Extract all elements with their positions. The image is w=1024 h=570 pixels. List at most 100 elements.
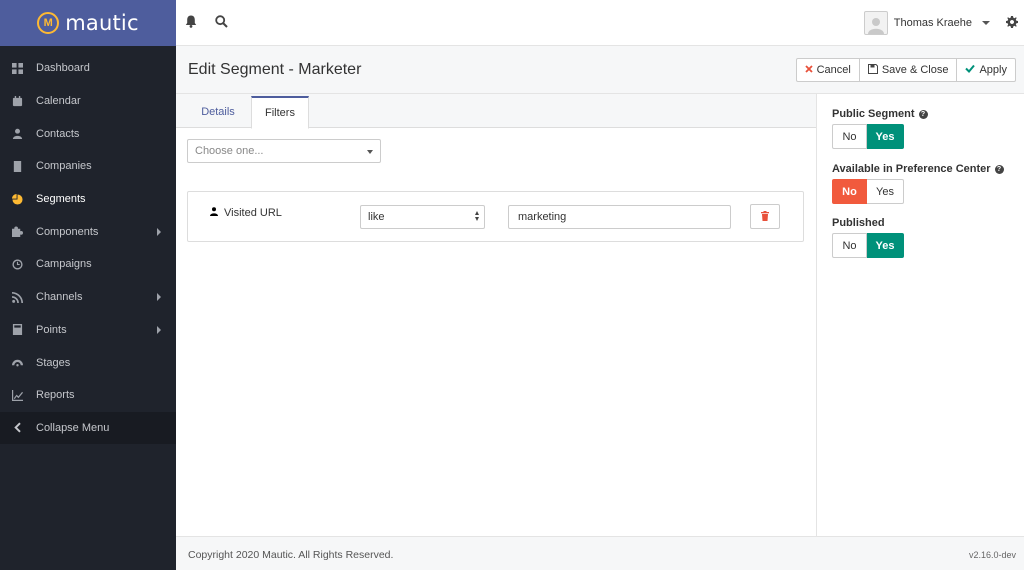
sidebar-item-reports[interactable]: Reports (0, 379, 176, 412)
trash-icon (761, 210, 769, 224)
filter-row: Visited URL like marketing (187, 191, 804, 242)
sidebar-item-label: Companies (36, 160, 92, 173)
sidebar-item-calendar[interactable]: Calendar (0, 85, 176, 118)
public-segment-yes-button[interactable]: Yes (867, 124, 904, 149)
save-close-label: Save & Close (881, 64, 949, 76)
published-label: Published (832, 217, 904, 229)
sidebar-item-contacts[interactable]: Contacts (0, 117, 176, 150)
top-bar: Thomas Kraehe (176, 0, 1024, 46)
clock-icon (11, 258, 23, 270)
sidebar-item-dashboard[interactable]: Dashboard (0, 52, 176, 85)
published-yes-button[interactable]: Yes (867, 233, 904, 258)
calendar-icon (11, 95, 23, 107)
option-label-text: Available in Preference Center (832, 163, 991, 175)
page-header: Edit Segment - Marketer Cancel Save & Cl… (176, 46, 1024, 94)
preference-center-label: Available in Preference Center ? (832, 163, 1004, 175)
sidebar-item-label: Points (36, 323, 67, 336)
help-icon[interactable]: ? (918, 109, 928, 119)
sidebar-item-points[interactable]: Points (0, 314, 176, 347)
sidebar-nav: Dashboard Calendar Contacts Companies Se… (0, 46, 176, 445)
delete-filter-button[interactable] (750, 204, 780, 229)
copyright-text: Copyright 2020 Mautic. All Rights Reserv… (188, 549, 394, 561)
published-option: Published No Yes (832, 217, 904, 258)
options-panel: Public Segment ? No Yes Available in Pre… (816, 94, 1024, 536)
chevron-down-icon (367, 150, 373, 154)
sidebar-item-label: Calendar (36, 95, 81, 108)
chevron-right-icon (157, 293, 161, 302)
bell-icon[interactable] (185, 15, 197, 31)
collapse-menu-label: Collapse Menu (36, 421, 110, 434)
select-arrows-icon (475, 211, 479, 221)
preference-center-toggle: No Yes (832, 179, 1004, 204)
sidebar-item-label: Contacts (36, 127, 80, 140)
preference-center-option: Available in Preference Center ? No Yes (832, 163, 1004, 204)
page-title: Edit Segment - Marketer (188, 61, 362, 78)
user-icon (11, 128, 23, 140)
avatar (863, 11, 888, 35)
mautic-logo-icon: M (37, 12, 60, 34)
brand-name: mautic (65, 11, 139, 35)
sidebar-item-label: Campaigns (36, 258, 92, 271)
filter-operator-select[interactable]: like (360, 205, 485, 229)
sidebar-item-label: Dashboard (36, 62, 90, 75)
save-icon (867, 63, 878, 77)
tab-bar: Details Filters (176, 94, 816, 129)
user-icon (210, 207, 218, 219)
tab-label: Details (201, 106, 235, 118)
sidebar-item-components[interactable]: Components (0, 215, 176, 248)
filter-value-text: marketing (518, 211, 567, 223)
search-icon[interactable] (215, 15, 228, 31)
cancel-label: Cancel (816, 64, 851, 76)
brand-header[interactable]: M mautic (0, 0, 176, 46)
public-segment-toggle: No Yes (832, 124, 928, 149)
published-no-button[interactable]: No (832, 233, 867, 258)
gear-icon[interactable] (1006, 16, 1018, 31)
published-toggle: No Yes (832, 233, 904, 258)
sidebar: M mautic Dashboard Calendar Contacts Com… (0, 0, 176, 570)
cancel-button[interactable]: Cancel (795, 58, 860, 82)
apply-label: Apply (979, 64, 1007, 76)
chevron-right-icon (157, 227, 161, 236)
tab-details[interactable]: Details (190, 96, 246, 128)
sidebar-item-label: Reports (36, 389, 75, 402)
filter-choose-select[interactable]: Choose one... (187, 139, 381, 163)
building-icon (11, 160, 23, 172)
user-menu[interactable]: Thomas Kraehe (863, 11, 990, 35)
sidebar-item-companies[interactable]: Companies (0, 150, 176, 183)
help-icon[interactable]: ? (994, 164, 1004, 174)
sidebar-item-label: Stages (36, 356, 71, 369)
puzzle-icon (11, 226, 23, 238)
gauge-icon (11, 357, 23, 369)
user-name: Thomas Kraehe (893, 17, 972, 29)
chevron-down-icon (982, 21, 990, 25)
pie-chart-icon (11, 193, 23, 205)
filter-value-input[interactable]: marketing (508, 205, 731, 229)
sidebar-item-stages[interactable]: Stages (0, 346, 176, 379)
chevron-right-icon (157, 325, 161, 334)
calculator-icon (11, 324, 23, 336)
preference-center-no-button[interactable]: No (832, 179, 867, 204)
public-segment-option: Public Segment ? No Yes (832, 108, 928, 149)
line-chart-icon (11, 389, 23, 401)
filter-choose-placeholder: Choose one... (195, 145, 264, 157)
sidebar-item-label: Components (36, 225, 99, 238)
header-actions: Cancel Save & Close Apply (795, 58, 1016, 82)
collapse-menu-button[interactable]: Collapse Menu (0, 411, 176, 445)
sidebar-item-label: Segments (36, 193, 86, 206)
filter-field-label: Visited URL (224, 207, 282, 219)
apply-button[interactable]: Apply (957, 58, 1016, 82)
option-label-text: Published (832, 217, 885, 229)
preference-center-yes-button[interactable]: Yes (867, 179, 904, 204)
public-segment-label: Public Segment ? (832, 108, 928, 120)
save-close-button[interactable]: Save & Close (859, 58, 958, 82)
dashboard-icon (11, 62, 23, 74)
public-segment-no-button[interactable]: No (832, 124, 867, 149)
tab-filters[interactable]: Filters (251, 96, 309, 129)
tab-label: Filters (265, 107, 295, 119)
chevron-left-icon (11, 422, 23, 434)
filter-operator-value: like (368, 211, 385, 223)
sidebar-item-campaigns[interactable]: Campaigns (0, 248, 176, 281)
option-label-text: Public Segment (832, 108, 915, 120)
sidebar-item-channels[interactable]: Channels (0, 281, 176, 314)
sidebar-item-segments[interactable]: Segments (0, 183, 176, 216)
